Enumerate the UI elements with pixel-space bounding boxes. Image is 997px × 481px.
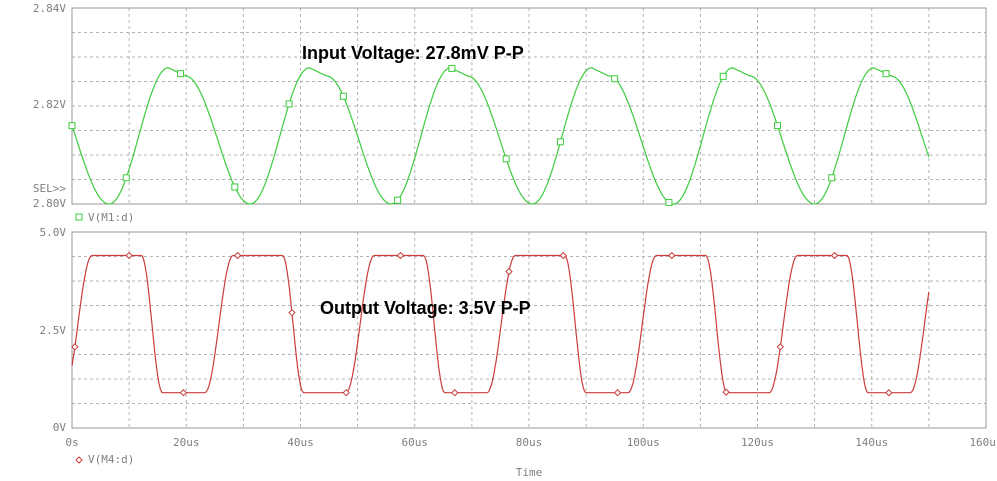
x-tick-label: 80us bbox=[516, 436, 543, 449]
input-data-marker bbox=[828, 174, 836, 182]
x-tick-label: 40us bbox=[287, 436, 314, 449]
input-data-marker bbox=[68, 122, 76, 130]
output-data-marker bbox=[71, 343, 79, 351]
output-voltage-annotation: Output Voltage: 3.5V P-P bbox=[320, 298, 531, 318]
y-tick-bottom-0: 5.0V bbox=[40, 226, 67, 239]
y-tick-bottom-1: 2.5V bbox=[40, 324, 67, 337]
output-data-marker bbox=[613, 389, 622, 397]
input-data-marker bbox=[122, 174, 130, 182]
legend-input[interactable]: V(M1:d) bbox=[75, 211, 134, 224]
output-data-marker bbox=[396, 251, 405, 260]
sel-label: SEL>> bbox=[33, 182, 66, 195]
x-tick-label: 160us bbox=[969, 436, 997, 449]
x-axis-ticks: 0s 20us 40us 60us 80us 100us 120us 140us 160us bbox=[65, 436, 997, 449]
input-plot-panel: 2.84V 2.82V SEL>> 2.80V Input Voltage: 2… bbox=[33, 2, 987, 210]
x-tick-label: 60us bbox=[402, 436, 429, 449]
output-voltage-trace bbox=[71, 254, 930, 394]
input-data-marker bbox=[665, 198, 673, 206]
input-data-marker bbox=[285, 100, 293, 108]
x-tick-label: 0s bbox=[65, 436, 78, 449]
output-data-marker bbox=[668, 251, 676, 260]
legend-output[interactable]: V(M4:d) bbox=[75, 453, 134, 466]
y-tick-bottom-2: 0V bbox=[53, 421, 67, 434]
x-tick-label: 120us bbox=[741, 436, 774, 449]
output-data-marker bbox=[233, 251, 242, 260]
output-plot-panel: 5.0V 2.5V 0V Output Voltage: 3.5V P-P bbox=[40, 226, 987, 434]
y-tick-top-0: 2.84V bbox=[33, 2, 66, 15]
output-data-marker bbox=[559, 251, 567, 260]
x-tick-label: 20us bbox=[173, 436, 200, 449]
input-data-marker bbox=[394, 196, 402, 204]
input-data-marker bbox=[177, 70, 185, 78]
input-data-marker bbox=[882, 70, 890, 78]
input-data-marker bbox=[773, 122, 781, 130]
input-data-marker bbox=[556, 138, 564, 146]
output-data-marker bbox=[830, 251, 839, 260]
y-tick-top-2: 2.80V bbox=[33, 197, 66, 210]
legend-output-label: V(M4:d) bbox=[88, 453, 134, 466]
chart-canvas: 2.84V 2.82V SEL>> 2.80V Input Voltage: 2… bbox=[33, 2, 997, 479]
y-tick-top-1: 2.82V bbox=[33, 98, 66, 111]
legend-input-label: V(M1:d) bbox=[88, 211, 134, 224]
output-data-marker bbox=[125, 251, 133, 260]
output-data-marker bbox=[885, 389, 893, 397]
input-data-marker bbox=[611, 75, 619, 83]
legend-square-icon bbox=[75, 213, 83, 221]
input-data-marker bbox=[339, 92, 347, 100]
x-axis-label: Time bbox=[516, 466, 543, 479]
x-tick-label: 100us bbox=[627, 436, 660, 449]
input-voltage-trace bbox=[71, 67, 930, 205]
output-data-marker bbox=[776, 343, 785, 351]
x-tick-label: 140us bbox=[855, 436, 888, 449]
output-data-marker bbox=[179, 389, 188, 397]
input-data-marker bbox=[719, 72, 727, 80]
input-data-marker bbox=[502, 155, 510, 163]
output-data-marker bbox=[451, 389, 459, 397]
legend-diamond-icon bbox=[75, 456, 83, 464]
input-voltage-annotation: Input Voltage: 27.8mV P-P bbox=[302, 43, 524, 63]
output-data-marker bbox=[722, 388, 730, 396]
output-data-marker bbox=[288, 308, 296, 317]
output-data-marker bbox=[505, 267, 513, 276]
input-data-marker bbox=[448, 64, 456, 72]
input-data-marker bbox=[231, 183, 239, 191]
